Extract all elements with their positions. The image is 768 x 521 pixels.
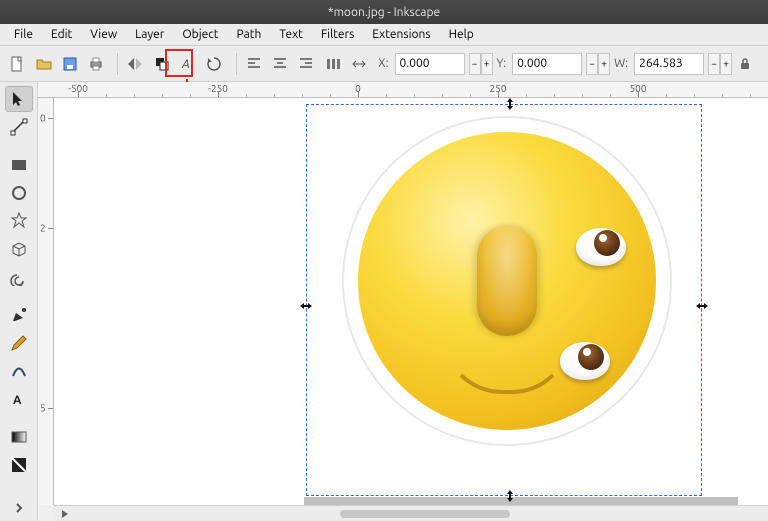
window-titlebar: *moon.jpg - Inkscape [0,0,768,24]
coord-x-inc[interactable]: + [481,53,493,75]
coord-w-dec[interactable]: − [708,53,720,75]
toolbox-expand[interactable] [5,495,33,521]
menu-filters[interactable]: Filters [313,26,362,43]
tool-text[interactable]: A [5,386,33,412]
toolbox: A [0,82,38,521]
coord-w-input[interactable] [634,53,704,75]
tool-selector[interactable] [5,86,33,112]
rotate-button[interactable] [203,51,225,77]
svg-text:A: A [181,58,190,71]
ruler-tick-label: -500 [68,83,88,94]
menu-file[interactable]: File [6,26,41,43]
page-shadow [304,497,738,505]
coord-x: X: −+ [378,53,492,75]
moon-mouth [442,334,572,394]
ruler-tick-label: 500 [630,83,647,94]
separator [236,53,237,75]
align-left-button[interactable] [242,51,264,77]
chevron-right-icon [60,510,70,518]
ruler-tick-label: -250 [208,83,228,94]
canvas[interactable] [54,98,768,505]
menu-bar: File Edit View Layer Object Path Text Fi… [0,24,768,46]
tool-gradient[interactable] [5,424,33,450]
selection-handle-e[interactable] [696,300,708,312]
separator [117,53,118,75]
moon-nose [477,226,537,336]
print-button[interactable] [85,51,107,77]
menu-layer[interactable]: Layer [127,26,172,43]
coord-x-dec[interactable]: − [469,53,481,75]
ruler-tick-label: 0 [355,83,361,94]
ruler-tick-label: 5 [40,403,46,414]
tool-ellipse[interactable] [5,180,33,206]
menu-object[interactable]: Object [174,26,226,43]
align-right-button[interactable] [295,51,317,77]
tool-tweak[interactable] [5,452,33,478]
lock-ratio-button[interactable] [732,51,758,77]
window-title: *moon.jpg - Inkscape [328,6,440,19]
save-button[interactable] [59,51,81,77]
distribute-button[interactable] [321,51,343,77]
ruler-tick-label: 250 [490,83,507,94]
selection-handle-s[interactable] [504,490,516,502]
open-button[interactable] [32,51,54,77]
coord-y: Y: −+ [497,53,611,75]
coord-y-label: Y: [497,57,509,70]
coord-y-inc[interactable]: + [598,53,610,75]
vertical-ruler[interactable]: 0 2 5 [38,98,54,505]
align-center-button[interactable] [269,51,291,77]
selection-handle-w[interactable] [300,300,312,312]
coord-w-label: W: [614,57,630,70]
text-dir-button[interactable]: A [177,51,199,77]
ruler-tick-label: 2 [40,223,46,234]
moon-eye-right [576,228,626,266]
tool-node[interactable] [5,114,33,140]
tool-pencil[interactable] [5,330,33,356]
horizontal-ruler[interactable]: -500-25002505007501000 [38,82,768,98]
image-moon-face[interactable] [358,132,656,430]
horizontal-scrollbar[interactable] [54,505,768,521]
tool-pen[interactable] [5,302,33,328]
menu-extensions[interactable]: Extensions [364,26,438,43]
menu-edit[interactable]: Edit [43,26,80,43]
tool-star[interactable] [5,208,33,234]
menu-text[interactable]: Text [271,26,311,43]
toolbar: A X: −+ Y: −+ W: −+ [0,46,768,82]
spacing-button[interactable] [348,51,370,77]
coord-y-dec[interactable]: − [586,53,598,75]
fill-stroke-button[interactable] [151,51,173,77]
coord-w: W: −+ [614,53,732,75]
menu-view[interactable]: View [82,26,125,43]
flip-h-button[interactable] [124,51,146,77]
svg-text:A: A [13,394,22,407]
menu-help[interactable]: Help [441,26,482,43]
tool-spiral[interactable] [5,264,33,290]
coord-y-input[interactable] [512,53,582,75]
ruler-tick-label: 0 [40,113,46,124]
tool-3dbox[interactable] [5,236,33,262]
coord-x-input[interactable] [395,53,465,75]
tool-rectangle[interactable] [5,152,33,178]
scrollbar-thumb[interactable] [340,510,510,518]
coord-x-label: X: [378,57,390,70]
coord-w-inc[interactable]: + [720,53,732,75]
new-button[interactable] [6,51,28,77]
tool-calligraphy[interactable] [5,358,33,384]
selection-handle-n[interactable] [504,98,516,110]
menu-path[interactable]: Path [229,26,270,43]
